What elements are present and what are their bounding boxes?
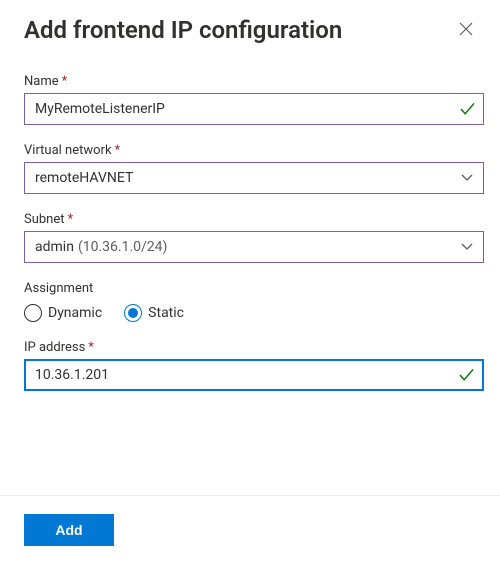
- field-ip-label-row: IP address *: [24, 340, 484, 355]
- field-vnet: Virtual network * remoteHAVNET: [24, 143, 484, 194]
- subnet-select-detail: (10.36.1.0/24): [78, 239, 167, 255]
- name-input-value: MyRemoteListenerIP: [35, 101, 165, 117]
- required-marker: *: [62, 74, 68, 89]
- add-button[interactable]: Add: [24, 514, 114, 546]
- name-input[interactable]: MyRemoteListenerIP: [24, 93, 484, 125]
- field-assignment: Assignment Dynamic Static: [24, 281, 484, 322]
- required-marker: *: [115, 143, 121, 158]
- subnet-select[interactable]: admin (10.36.1.0/24): [24, 231, 484, 263]
- required-marker: *: [88, 340, 94, 355]
- ip-input[interactable]: 10.36.1.201: [24, 359, 484, 391]
- vnet-select-value: remoteHAVNET: [35, 170, 133, 186]
- radio-static[interactable]: Static: [124, 304, 184, 322]
- form-scroll-area[interactable]: Name * MyRemoteListenerIP Virtual networ…: [0, 56, 500, 495]
- field-name-label: Name: [24, 74, 59, 89]
- field-subnet-label: Subnet: [24, 212, 65, 227]
- radio-checked-icon: [124, 304, 142, 322]
- field-assignment-label: Assignment: [24, 281, 93, 296]
- radio-static-label: Static: [148, 305, 184, 321]
- radio-dynamic-label: Dynamic: [48, 305, 102, 321]
- close-icon: [459, 21, 473, 40]
- field-ip: IP address * 10.36.1.201: [24, 340, 484, 391]
- required-marker: *: [68, 212, 74, 227]
- field-vnet-label-row: Virtual network *: [24, 143, 484, 158]
- vnet-select[interactable]: remoteHAVNET: [24, 162, 484, 194]
- blade-footer: Add: [0, 495, 500, 567]
- field-subnet-label-row: Subnet *: [24, 212, 484, 227]
- subnet-select-value: admin: [35, 239, 74, 255]
- chevron-down-icon: [461, 174, 473, 182]
- radio-dynamic[interactable]: Dynamic: [24, 304, 102, 322]
- chevron-down-icon: [461, 243, 473, 251]
- check-icon: [459, 368, 474, 382]
- radio-dot-icon: [128, 308, 138, 318]
- check-icon: [460, 102, 475, 116]
- field-subnet: Subnet * admin (10.36.1.0/24): [24, 212, 484, 263]
- field-ip-label: IP address: [24, 340, 85, 355]
- close-button[interactable]: [450, 14, 482, 46]
- field-assignment-label-row: Assignment: [24, 281, 484, 296]
- blade-add-frontend-ip: Add frontend IP configuration Name * MyR…: [0, 0, 500, 567]
- blade-header: Add frontend IP configuration: [0, 0, 500, 52]
- radio-unchecked-icon: [24, 304, 42, 322]
- ip-input-value: 10.36.1.201: [35, 367, 109, 383]
- field-name-label-row: Name *: [24, 74, 484, 89]
- assignment-radio-group: Dynamic Static: [24, 300, 484, 322]
- field-name: Name * MyRemoteListenerIP: [24, 74, 484, 125]
- blade-title: Add frontend IP configuration: [24, 16, 450, 44]
- field-vnet-label: Virtual network: [24, 143, 112, 158]
